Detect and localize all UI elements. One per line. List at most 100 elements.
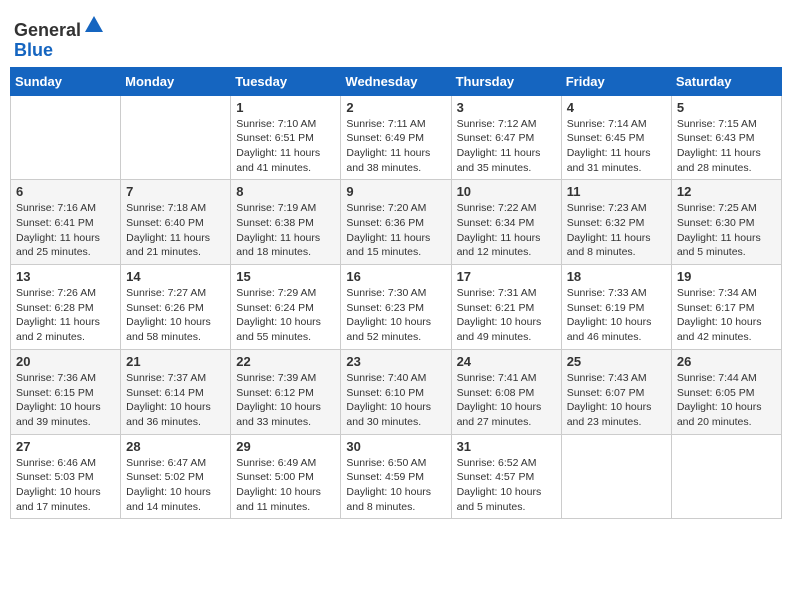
- day-number: 19: [677, 269, 776, 284]
- calendar-day-cell: 26 Sunrise: 7:44 AM Sunset: 6:05 PM Dayli…: [671, 349, 781, 434]
- calendar-day-cell: [11, 95, 121, 180]
- calendar-day-cell: 21 Sunrise: 7:37 AM Sunset: 6:14 PM Dayli…: [121, 349, 231, 434]
- day-number: 25: [567, 354, 666, 369]
- weekday-header-friday: Friday: [561, 67, 671, 95]
- day-number: 2: [346, 100, 445, 115]
- calendar-header-row: SundayMondayTuesdayWednesdayThursdayFrid…: [11, 67, 782, 95]
- day-detail: Sunrise: 7:44 AM Sunset: 6:05 PM Dayligh…: [677, 371, 776, 430]
- day-detail: Sunrise: 7:31 AM Sunset: 6:21 PM Dayligh…: [457, 286, 556, 345]
- calendar-day-cell: [561, 434, 671, 519]
- calendar-week-row: 20 Sunrise: 7:36 AM Sunset: 6:15 PM Dayli…: [11, 349, 782, 434]
- day-number: 8: [236, 184, 335, 199]
- day-number: 24: [457, 354, 556, 369]
- calendar-day-cell: [121, 95, 231, 180]
- day-detail: Sunrise: 7:27 AM Sunset: 6:26 PM Dayligh…: [126, 286, 225, 345]
- calendar-day-cell: 12Sunrise: 7:25 AM Sunset: 6:30 PM Dayli…: [671, 180, 781, 265]
- weekday-header-thursday: Thursday: [451, 67, 561, 95]
- weekday-header-monday: Monday: [121, 67, 231, 95]
- day-number: 4: [567, 100, 666, 115]
- day-number: 21: [126, 354, 225, 369]
- day-detail: Sunrise: 7:18 AM Sunset: 6:40 PM Dayligh…: [126, 201, 225, 260]
- day-number: 11: [567, 184, 666, 199]
- calendar-day-cell: 5 Sunrise: 7:15 AM Sunset: 6:43 PM Daylig…: [671, 95, 781, 180]
- day-number: 29: [236, 439, 335, 454]
- weekday-header-wednesday: Wednesday: [341, 67, 451, 95]
- page-header: General Blue: [10, 10, 782, 61]
- calendar-day-cell: 10 Sunrise: 7:22 AM Sunset: 6:34 PM Dayli…: [451, 180, 561, 265]
- calendar-day-cell: 4Sunrise: 7:14 AM Sunset: 6:45 PM Daylig…: [561, 95, 671, 180]
- calendar-day-cell: 3 Sunrise: 7:12 AM Sunset: 6:47 PM Daylig…: [451, 95, 561, 180]
- day-detail: Sunrise: 7:37 AM Sunset: 6:14 PM Dayligh…: [126, 371, 225, 430]
- logo-blue-text: Blue: [14, 40, 53, 60]
- day-number: 3: [457, 100, 556, 115]
- day-detail: Sunrise: 7:41 AM Sunset: 6:08 PM Dayligh…: [457, 371, 556, 430]
- calendar-day-cell: 1 Sunrise: 7:10 AM Sunset: 6:51 PM Daylig…: [231, 95, 341, 180]
- weekday-header-tuesday: Tuesday: [231, 67, 341, 95]
- day-number: 14: [126, 269, 225, 284]
- day-detail: Sunrise: 7:39 AM Sunset: 6:12 PM Dayligh…: [236, 371, 335, 430]
- day-detail: Sunrise: 7:29 AM Sunset: 6:24 PM Dayligh…: [236, 286, 335, 345]
- logo-general-text: General: [14, 20, 81, 40]
- day-number: 15: [236, 269, 335, 284]
- day-number: 16: [346, 269, 445, 284]
- day-detail: Sunrise: 6:47 AM Sunset: 5:02 PM Dayligh…: [126, 456, 225, 515]
- calendar-day-cell: 6Sunrise: 7:16 AM Sunset: 6:41 PM Daylig…: [11, 180, 121, 265]
- day-detail: Sunrise: 7:12 AM Sunset: 6:47 PM Dayligh…: [457, 117, 556, 176]
- day-number: 1: [236, 100, 335, 115]
- calendar-day-cell: 9 Sunrise: 7:20 AM Sunset: 6:36 PM Daylig…: [341, 180, 451, 265]
- day-detail: Sunrise: 7:40 AM Sunset: 6:10 PM Dayligh…: [346, 371, 445, 430]
- calendar-week-row: 1 Sunrise: 7:10 AM Sunset: 6:51 PM Daylig…: [11, 95, 782, 180]
- day-detail: Sunrise: 6:46 AM Sunset: 5:03 PM Dayligh…: [16, 456, 115, 515]
- calendar-day-cell: 17 Sunrise: 7:31 AM Sunset: 6:21 PM Dayli…: [451, 265, 561, 350]
- calendar-day-cell: 23Sunrise: 7:40 AM Sunset: 6:10 PM Dayli…: [341, 349, 451, 434]
- calendar-day-cell: 15 Sunrise: 7:29 AM Sunset: 6:24 PM Dayli…: [231, 265, 341, 350]
- day-number: 26: [677, 354, 776, 369]
- calendar-week-row: 13 Sunrise: 7:26 AM Sunset: 6:28 PM Dayli…: [11, 265, 782, 350]
- day-detail: Sunrise: 7:15 AM Sunset: 6:43 PM Dayligh…: [677, 117, 776, 176]
- calendar-table: SundayMondayTuesdayWednesdayThursdayFrid…: [10, 67, 782, 520]
- day-number: 18: [567, 269, 666, 284]
- day-number: 17: [457, 269, 556, 284]
- day-number: 22: [236, 354, 335, 369]
- day-number: 10: [457, 184, 556, 199]
- day-number: 30: [346, 439, 445, 454]
- day-detail: Sunrise: 7:11 AM Sunset: 6:49 PM Dayligh…: [346, 117, 445, 176]
- day-number: 5: [677, 100, 776, 115]
- day-detail: Sunrise: 6:52 AM Sunset: 4:57 PM Dayligh…: [457, 456, 556, 515]
- day-number: 6: [16, 184, 115, 199]
- calendar-day-cell: 22 Sunrise: 7:39 AM Sunset: 6:12 PM Dayli…: [231, 349, 341, 434]
- day-detail: Sunrise: 7:36 AM Sunset: 6:15 PM Dayligh…: [16, 371, 115, 430]
- day-detail: Sunrise: 7:34 AM Sunset: 6:17 PM Dayligh…: [677, 286, 776, 345]
- day-detail: Sunrise: 7:10 AM Sunset: 6:51 PM Dayligh…: [236, 117, 335, 176]
- calendar-day-cell: 20 Sunrise: 7:36 AM Sunset: 6:15 PM Dayli…: [11, 349, 121, 434]
- day-detail: Sunrise: 7:30 AM Sunset: 6:23 PM Dayligh…: [346, 286, 445, 345]
- logo-icon: [83, 14, 105, 36]
- calendar-day-cell: [671, 434, 781, 519]
- calendar-day-cell: 7Sunrise: 7:18 AM Sunset: 6:40 PM Daylig…: [121, 180, 231, 265]
- day-detail: Sunrise: 7:26 AM Sunset: 6:28 PM Dayligh…: [16, 286, 115, 345]
- calendar-day-cell: 29 Sunrise: 6:49 AM Sunset: 5:00 PM Dayli…: [231, 434, 341, 519]
- calendar-week-row: 6Sunrise: 7:16 AM Sunset: 6:41 PM Daylig…: [11, 180, 782, 265]
- day-detail: Sunrise: 7:22 AM Sunset: 6:34 PM Dayligh…: [457, 201, 556, 260]
- day-number: 20: [16, 354, 115, 369]
- day-detail: Sunrise: 7:25 AM Sunset: 6:30 PM Dayligh…: [677, 201, 776, 260]
- day-detail: Sunrise: 6:50 AM Sunset: 4:59 PM Dayligh…: [346, 456, 445, 515]
- day-number: 9: [346, 184, 445, 199]
- day-detail: Sunrise: 7:43 AM Sunset: 6:07 PM Dayligh…: [567, 371, 666, 430]
- weekday-header-sunday: Sunday: [11, 67, 121, 95]
- day-number: 13: [16, 269, 115, 284]
- calendar-day-cell: 18 Sunrise: 7:33 AM Sunset: 6:19 PM Dayli…: [561, 265, 671, 350]
- calendar-day-cell: 25 Sunrise: 7:43 AM Sunset: 6:07 PM Dayli…: [561, 349, 671, 434]
- weekday-header-saturday: Saturday: [671, 67, 781, 95]
- calendar-day-cell: 13 Sunrise: 7:26 AM Sunset: 6:28 PM Dayli…: [11, 265, 121, 350]
- calendar-day-cell: 14 Sunrise: 7:27 AM Sunset: 6:26 PM Dayli…: [121, 265, 231, 350]
- calendar-day-cell: 28Sunrise: 6:47 AM Sunset: 5:02 PM Dayli…: [121, 434, 231, 519]
- day-detail: Sunrise: 7:23 AM Sunset: 6:32 PM Dayligh…: [567, 201, 666, 260]
- day-detail: Sunrise: 7:33 AM Sunset: 6:19 PM Dayligh…: [567, 286, 666, 345]
- calendar-day-cell: 31Sunrise: 6:52 AM Sunset: 4:57 PM Dayli…: [451, 434, 561, 519]
- calendar-day-cell: 30 Sunrise: 6:50 AM Sunset: 4:59 PM Dayli…: [341, 434, 451, 519]
- day-detail: Sunrise: 7:20 AM Sunset: 6:36 PM Dayligh…: [346, 201, 445, 260]
- calendar-body: 1 Sunrise: 7:10 AM Sunset: 6:51 PM Daylig…: [11, 95, 782, 519]
- day-detail: Sunrise: 6:49 AM Sunset: 5:00 PM Dayligh…: [236, 456, 335, 515]
- calendar-day-cell: 2 Sunrise: 7:11 AM Sunset: 6:49 PM Daylig…: [341, 95, 451, 180]
